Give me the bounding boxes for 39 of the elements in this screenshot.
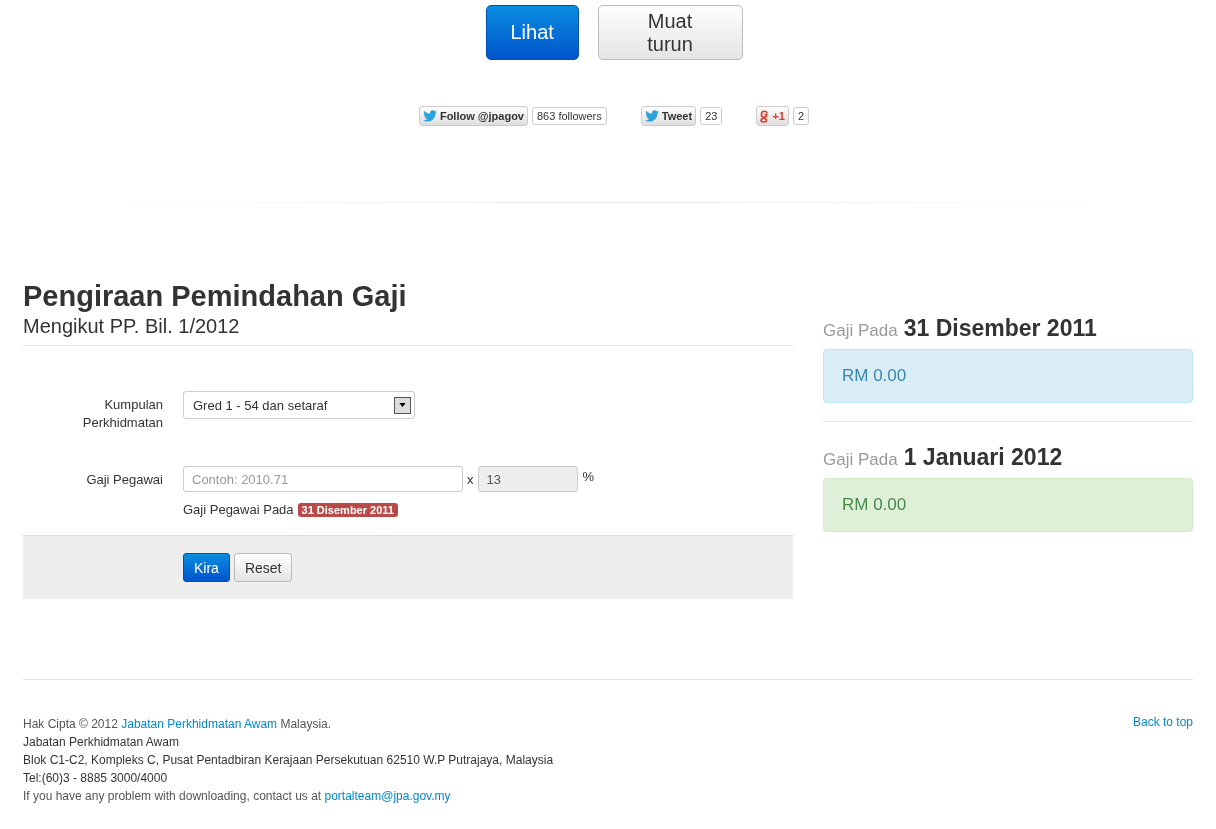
result-label: Gaji Pada (823, 321, 898, 341)
back-to-top-link[interactable]: Back to top (1132, 715, 1193, 729)
footer-text: Jabatan Perkhidmatan Awam (23, 734, 180, 751)
percent-sign: % (582, 468, 595, 484)
share-count: 2 (792, 107, 810, 125)
field-label: Kumpulan Perkhidmatan (81, 396, 163, 432)
footer-text: Tel:(60)3 - 8885 3000/4000 (23, 770, 169, 787)
result-label: Gaji Pada (823, 450, 898, 470)
reset-button[interactable]: Reset (233, 553, 293, 582)
percent-input: 13 (477, 466, 578, 492)
bird-icon (644, 110, 659, 122)
group-select[interactable]: Gred 1 - 54 dan setaraf (183, 391, 415, 419)
view-button[interactable]: Lihat (485, 5, 579, 60)
download-button[interactable]: Muat turun (597, 5, 743, 60)
tweet-button[interactable]: Follow @jpagov (418, 106, 528, 126)
plus-one-button[interactable]: +1 (756, 106, 789, 126)
salary-input[interactable]: Contoh: 2010.71 (183, 466, 463, 492)
help-text: Gaji Pegawai Pada (183, 502, 294, 517)
bird-icon (422, 110, 437, 122)
share-count: 23 (700, 107, 723, 125)
copyright-text: Hak Cipta © 2012 Jabatan Perkhidmatan Awam Malaysia. (23, 716, 333, 733)
dropdown-caret-icon (394, 396, 411, 414)
footer-text: Blok C1-C2, Kompleks C, Pusat Pentadbiran Kerajaan Persekutuan 62510 W.P Putrajaya, Malaysia (23, 752, 554, 769)
result-date: 31 Disember 2011 (903, 315, 1097, 342)
calculate-button[interactable]: Kira (183, 553, 230, 582)
g-icon (760, 109, 770, 123)
field-label: Gaji Pegawai (85, 471, 163, 489)
multiply-sign: x (467, 471, 474, 487)
date-badge: 31 Disember 2011 (297, 502, 398, 517)
result-date: 1 Januari 2012 (903, 444, 1063, 471)
result-amount: RM 0.00 (823, 349, 1193, 403)
page-title: Pengiraan Pemindahan Gaji (23, 279, 408, 314)
contact-text: If you have any problem with downloading, contact us at portalteam@jpa.gov.my (23, 788, 452, 805)
page-subtitle: Mengikut PP. Bil. 1/2012 (23, 314, 793, 346)
footer-link[interactable]: Jabatan Perkhidmatan Awam (121, 717, 278, 731)
share-count: 863 followers (531, 107, 607, 125)
result-amount: RM 0.00 (823, 478, 1193, 532)
tweet-button[interactable]: Tweet (640, 106, 697, 126)
email-link[interactable]: portalteam@jpa.gov.my (324, 789, 451, 803)
